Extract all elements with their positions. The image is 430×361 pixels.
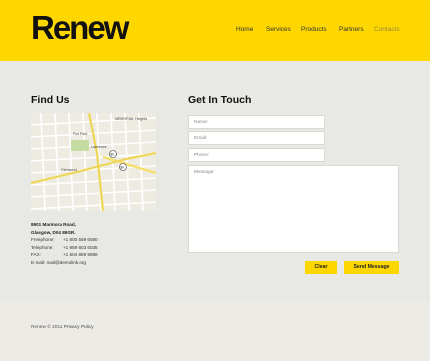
message-field[interactable]: Message: <box>188 165 399 253</box>
telephone-row: Telephone: +1 959 603 6035 <box>31 244 98 250</box>
nav-products[interactable]: Products <box>301 26 327 33</box>
get-in-touch-title: Get In Touch <box>188 94 252 106</box>
main-content: Find Us Get In Touch Fox Park MEMORIAL H… <box>0 61 430 301</box>
privacy-policy-link[interactable]: Privacy Policy <box>64 325 94 330</box>
map-graphic: Fox Park MEMORIAL Heights Lawrence Glenw… <box>31 113 156 211</box>
find-us-title: Find Us <box>31 94 70 106</box>
nav-services[interactable]: Services <box>266 26 291 33</box>
map-label: Fox Park <box>73 132 88 136</box>
route-marker-icon: 80 <box>119 163 127 171</box>
footer: Renew © 2011 Privacy Policy <box>0 301 430 361</box>
send-message-button[interactable]: Send Message <box>344 261 399 274</box>
map-label: MEMORIAL Heights <box>115 117 147 121</box>
phone-field[interactable]: Phone: <box>188 148 325 162</box>
address-line: Glasgow, D04 89GR. <box>31 229 76 235</box>
map-label: Lawrence <box>91 145 107 149</box>
email-row: E-mail: mail@demolink.org <box>31 259 86 267</box>
park-area <box>71 140 89 151</box>
clear-button[interactable]: Clear <box>305 261 337 274</box>
address-block: 8901 Marmora Road, Glasgow, D04 89GR. Fr… <box>31 221 98 267</box>
address-line: 8901 Marmora Road, <box>31 222 76 227</box>
nav-contacts[interactable]: Contacts <box>374 26 400 33</box>
route-marker-icon: 80 <box>109 150 117 158</box>
fax-row: FAX: +1 504 889 9898 <box>31 252 98 258</box>
copyright: Renew © 2011 Privacy Policy <box>31 325 94 330</box>
email-link[interactable]: mail@demolink.org <box>47 259 86 267</box>
header: Renew Home Services Products Partners Co… <box>0 0 430 61</box>
location-map[interactable]: Fox Park MEMORIAL Heights Lawrence Glenw… <box>31 113 156 211</box>
logo[interactable]: Renew <box>31 10 129 46</box>
svg-text:80: 80 <box>111 153 115 157</box>
map-label: Glenwood <box>61 168 77 172</box>
nav-partners[interactable]: Partners <box>339 26 364 33</box>
freephone-row: Freephone: +1 800 559 6580 <box>31 237 98 243</box>
nav-home[interactable]: Home <box>236 26 253 33</box>
svg-text:80: 80 <box>121 166 125 170</box>
email-field[interactable]: Email: <box>188 131 325 145</box>
name-field[interactable]: Name: <box>188 115 325 129</box>
